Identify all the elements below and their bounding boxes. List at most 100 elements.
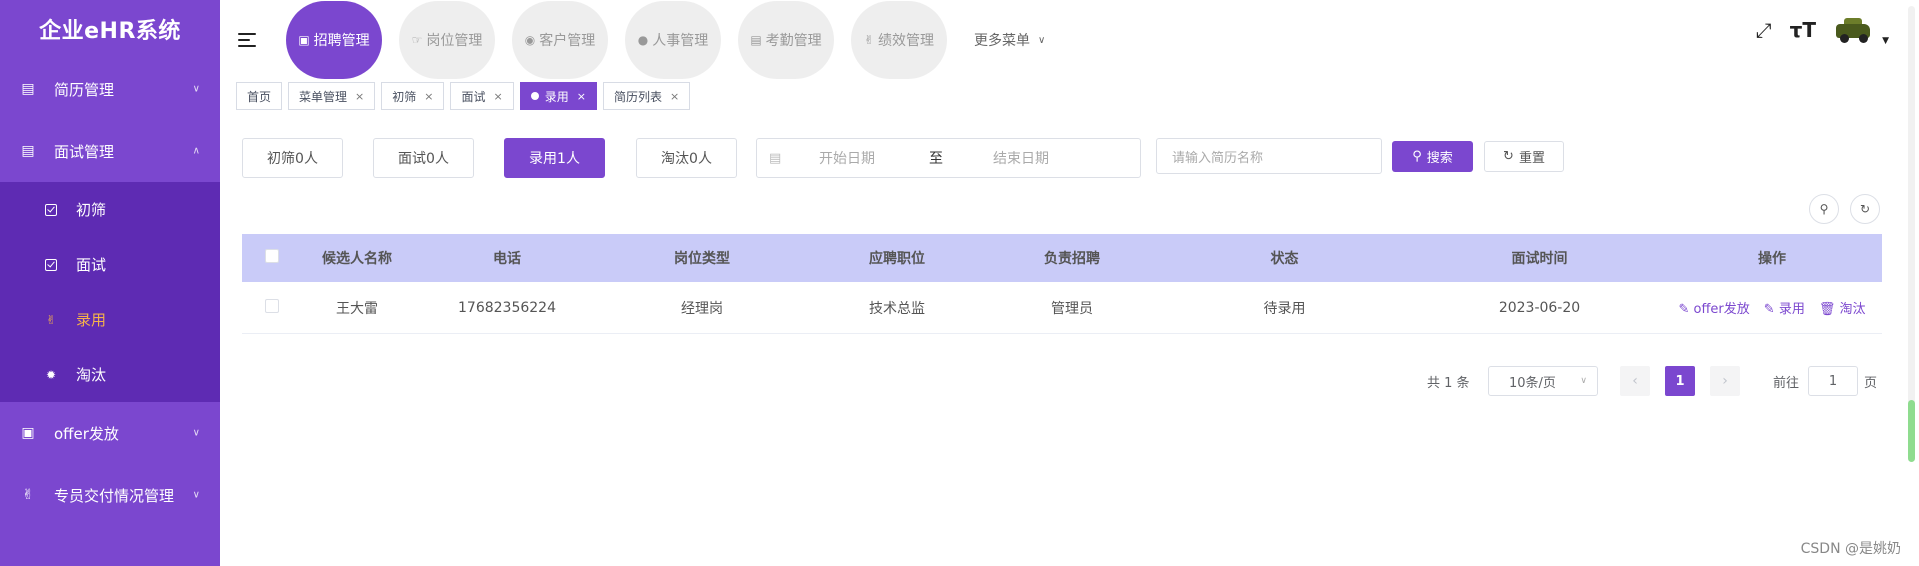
sidebar-item-offer[interactable]: ▣ offer发放 ∨ [0, 402, 220, 464]
column-header: 状态 [1270, 251, 1299, 267]
close-icon[interactable]: × [424, 90, 433, 103]
sidebar-item-label: 面试管理 [54, 142, 115, 161]
sidebar-subitem-label: 初筛 [76, 201, 107, 219]
chevron-down-icon: ∨ [192, 83, 200, 95]
column-header: 岗位类型 [674, 251, 730, 267]
menu-toggle-icon[interactable] [238, 31, 260, 49]
close-icon[interactable]: × [355, 90, 364, 103]
search-button[interactable]: ⚲ 搜索 [1392, 141, 1473, 172]
tab-position[interactable]: ☞ 岗位管理 [399, 1, 495, 79]
tag-home[interactable]: 首页 [236, 82, 283, 110]
column-header: 应聘职位 [869, 251, 925, 267]
sidebar-subitem-eliminate[interactable]: ✹ 淘汰 [0, 347, 220, 402]
tab-label: 岗位管理 [426, 33, 483, 49]
refresh-icon[interactable]: ↻ [1850, 194, 1880, 224]
tag-screening[interactable]: 初筛 × [381, 82, 445, 110]
tag-label: 录用 [544, 89, 569, 104]
tab-label: 人事管理 [652, 33, 709, 49]
user-icon: ● [637, 33, 649, 47]
sidebar-subitem-screening[interactable]: 初筛 [0, 182, 220, 237]
column-header: 负责招聘 [1044, 251, 1100, 267]
table-row[interactable]: 王大雷 17682356224 经理岗 技术总监 管理员 待录用 2023-06… [242, 282, 1882, 334]
page-size-value: 10条/页 [1509, 375, 1556, 391]
candidate-name: 王大雷 [336, 300, 378, 317]
sidebar-submenu-interview: 初筛 面试 ✌ 录用 ✹ 淘汰 [0, 182, 220, 402]
sidebar-subitem-label: 录用 [76, 311, 107, 329]
document-icon: ▤ [21, 81, 35, 97]
tab-recruitment[interactable]: ▣ 招聘管理 [286, 1, 382, 79]
sidebar-subitem-label: 淘汰 [76, 366, 107, 384]
date-range-picker[interactable]: ▤ 开始日期 至 结束日期 [756, 138, 1141, 178]
reset-button-label: 重置 [1518, 151, 1545, 166]
more-menu-label: 更多菜单 [974, 33, 1030, 49]
trash-icon: 🗑 [1818, 302, 1836, 317]
document-icon: ▤ [21, 143, 35, 159]
job-type: 经理岗 [681, 300, 723, 317]
edit-icon: ✎ [1763, 302, 1775, 317]
goto-page-input[interactable]: 1 [1808, 366, 1858, 396]
tab-customer[interactable]: ◉ 客户管理 [512, 1, 608, 79]
date-start-input[interactable]: 开始日期 [819, 148, 909, 168]
filter-hire-button[interactable]: 录用1人 [504, 138, 605, 178]
close-icon[interactable]: × [670, 90, 679, 103]
tag-label: 首页 [247, 89, 272, 104]
tag-label: 菜单管理 [299, 89, 348, 104]
thumb-icon: ☞ [411, 33, 423, 47]
filter-eliminate-button[interactable]: 淘汰0人 [636, 138, 737, 178]
prev-page-button[interactable]: ‹ [1620, 366, 1650, 396]
action-label: offer发放 [1693, 302, 1750, 317]
toggle-search-icon[interactable]: ⚲ [1809, 194, 1839, 224]
sidebar-item-label: 专员交付情况管理 [54, 486, 175, 505]
bug-icon: ✹ [45, 367, 57, 382]
sidebar-subitem-hire[interactable]: ✌ 录用 [0, 292, 220, 347]
page-size-select[interactable]: 10条/页 ∨ [1488, 366, 1598, 396]
offer-action-link[interactable]: ✎ offer发放 [1678, 298, 1749, 317]
chevron-down-icon: ∨ [1038, 34, 1046, 46]
tag-hire[interactable]: 录用 × [519, 82, 597, 110]
filter-screening-button[interactable]: 初筛0人 [242, 138, 343, 178]
chevron-down-icon: ∨ [192, 489, 200, 501]
tags-view-bar: 首页 菜单管理 × 初筛 × 面试 × 录用 × 简历列表 × [236, 82, 691, 110]
tab-personnel[interactable]: ● 人事管理 [625, 1, 721, 79]
tag-resume-list[interactable]: 简历列表 × [602, 82, 691, 110]
sidebar-item-label: offer发放 [54, 424, 119, 443]
close-icon[interactable]: × [494, 90, 503, 103]
more-menu-dropdown[interactable]: 更多菜单 ∨ [974, 30, 1045, 50]
top-header: ▣ 招聘管理 ☞ 岗位管理 ◉ 客户管理 ● 人事管理 ▤ 考勤管理 ✌ 绩效管理 更多菜单… [220, 0, 1919, 80]
tab-attendance[interactable]: ▤ 考勤管理 [738, 1, 834, 79]
sidebar-item-interview[interactable]: ▤ 面试管理 ∧ [0, 120, 220, 182]
tag-interview[interactable]: 面试 × [450, 82, 514, 110]
row-checkbox[interactable] [265, 298, 279, 313]
fullscreen-icon[interactable]: ⤢ [1756, 18, 1772, 42]
next-page-button[interactable]: › [1710, 366, 1740, 396]
resume-name-search-input[interactable]: 请输入简历名称 [1156, 138, 1382, 174]
caret-down-icon[interactable]: ▼ [1882, 36, 1889, 46]
close-icon[interactable]: × [577, 90, 586, 103]
date-end-input[interactable]: 结束日期 [993, 148, 1049, 168]
eliminate-action-link[interactable]: 🗑 淘汰 [1819, 298, 1866, 317]
tab-performance[interactable]: ✌ 绩效管理 [851, 1, 947, 79]
sidebar-subitem-interview[interactable]: 面试 [0, 237, 220, 292]
filter-interview-button[interactable]: 面试0人 [373, 138, 474, 178]
sidebar-item-label: 简历管理 [54, 80, 115, 99]
action-label: 淘汰 [1839, 302, 1866, 317]
tag-label: 初筛 [392, 89, 417, 104]
hand-icon: ✌ [863, 33, 875, 47]
column-header: 面试时间 [1511, 251, 1568, 267]
chevron-up-icon: ∧ [192, 145, 200, 157]
page-number-button[interactable]: 1 [1665, 366, 1695, 396]
calendar-icon: ▣ [298, 33, 310, 47]
hire-action-link[interactable]: ✎ 录用 [1764, 298, 1805, 317]
column-header: 操作 [1758, 251, 1786, 267]
reset-button[interactable]: ↻ 重置 [1484, 141, 1564, 172]
avatar[interactable] [1834, 16, 1874, 44]
tag-menu-manage[interactable]: 菜单管理 × [288, 82, 376, 110]
sidebar-item-resume[interactable]: ▤ 简历管理 ∨ [0, 58, 220, 120]
font-size-icon[interactable]: τT [1790, 18, 1816, 42]
sidebar-item-delivery[interactable]: ✌ 专员交付情况管理 ∨ [0, 464, 220, 526]
scrollbar-thumb[interactable] [1908, 400, 1915, 462]
globe-icon: ◉ [524, 33, 536, 47]
tab-label: 考勤管理 [765, 33, 822, 49]
page-scrollbar[interactable] [1908, 6, 1915, 462]
select-all-checkbox[interactable] [265, 249, 279, 263]
